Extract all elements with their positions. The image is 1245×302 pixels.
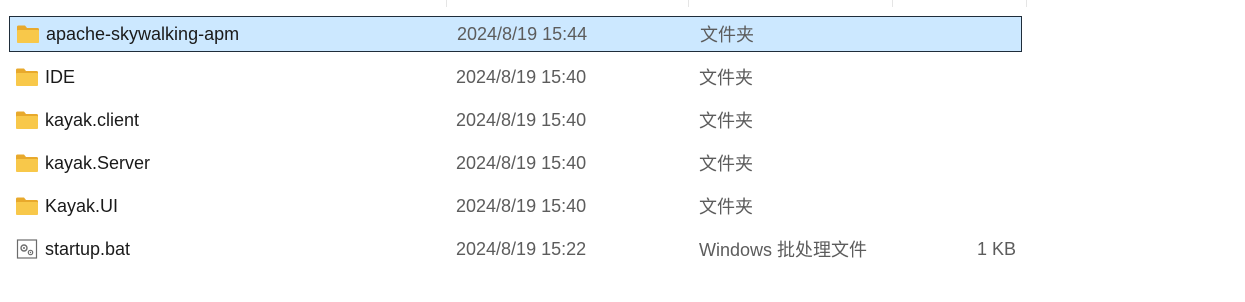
file-size: 1 KB [976, 238, 1016, 259]
file-name: IDE [45, 66, 76, 87]
file-row[interactable]: startup.bat 2024/8/19 15:22 Windows 批处理文… [9, 231, 1022, 267]
file-type: 文件夹 [699, 68, 753, 88]
batch-file-icon [16, 239, 38, 259]
file-name-cell: IDE [15, 59, 435, 95]
file-row[interactable]: apache-skywalking-apm 2024/8/19 15:44 文件… [9, 16, 1022, 52]
file-type: Windows 批处理文件 [699, 240, 868, 260]
column-separator[interactable] [1026, 0, 1027, 7]
file-list: apache-skywalking-apm 2024/8/19 15:44 文件… [0, 0, 1245, 302]
folder-icon [16, 111, 38, 129]
file-name: apache-skywalking-apm [46, 23, 240, 44]
folder-icon [16, 154, 38, 172]
file-type: 文件夹 [699, 197, 753, 217]
file-type: 文件夹 [699, 154, 753, 174]
file-name-cell: apache-skywalking-apm [16, 17, 436, 51]
column-separator[interactable] [892, 0, 893, 7]
date-modified: 2024/8/19 15:40 [456, 195, 587, 216]
folder-icon [16, 197, 38, 215]
file-row[interactable]: Kayak.UI 2024/8/19 15:40 文件夹 [9, 188, 1022, 224]
file-name-cell: kayak.Server [15, 145, 435, 181]
file-row[interactable]: IDE 2024/8/19 15:40 文件夹 [9, 59, 1022, 95]
folder-icon [17, 25, 39, 43]
file-row[interactable]: kayak.client 2024/8/19 15:40 文件夹 [9, 102, 1022, 138]
date-modified: 2024/8/19 15:40 [456, 152, 587, 173]
column-separator[interactable] [688, 0, 689, 7]
file-name: startup.bat [45, 238, 131, 259]
file-name-cell: kayak.client [15, 102, 435, 138]
file-name-cell: Kayak.UI [15, 188, 435, 224]
file-type: 文件夹 [700, 25, 754, 45]
date-modified: 2024/8/19 15:22 [456, 238, 587, 259]
date-modified: 2024/8/19 15:40 [456, 109, 587, 130]
folder-icon [16, 68, 38, 86]
file-row[interactable]: kayak.Server 2024/8/19 15:40 文件夹 [9, 145, 1022, 181]
file-name: kayak.client [45, 109, 140, 130]
file-type: 文件夹 [699, 111, 753, 131]
file-name: Kayak.UI [45, 195, 119, 216]
date-modified: 2024/8/19 15:44 [457, 23, 588, 44]
column-separator[interactable] [446, 0, 447, 7]
date-modified: 2024/8/19 15:40 [456, 66, 587, 87]
file-name-cell: startup.bat [15, 231, 435, 267]
file-name: kayak.Server [45, 152, 151, 173]
